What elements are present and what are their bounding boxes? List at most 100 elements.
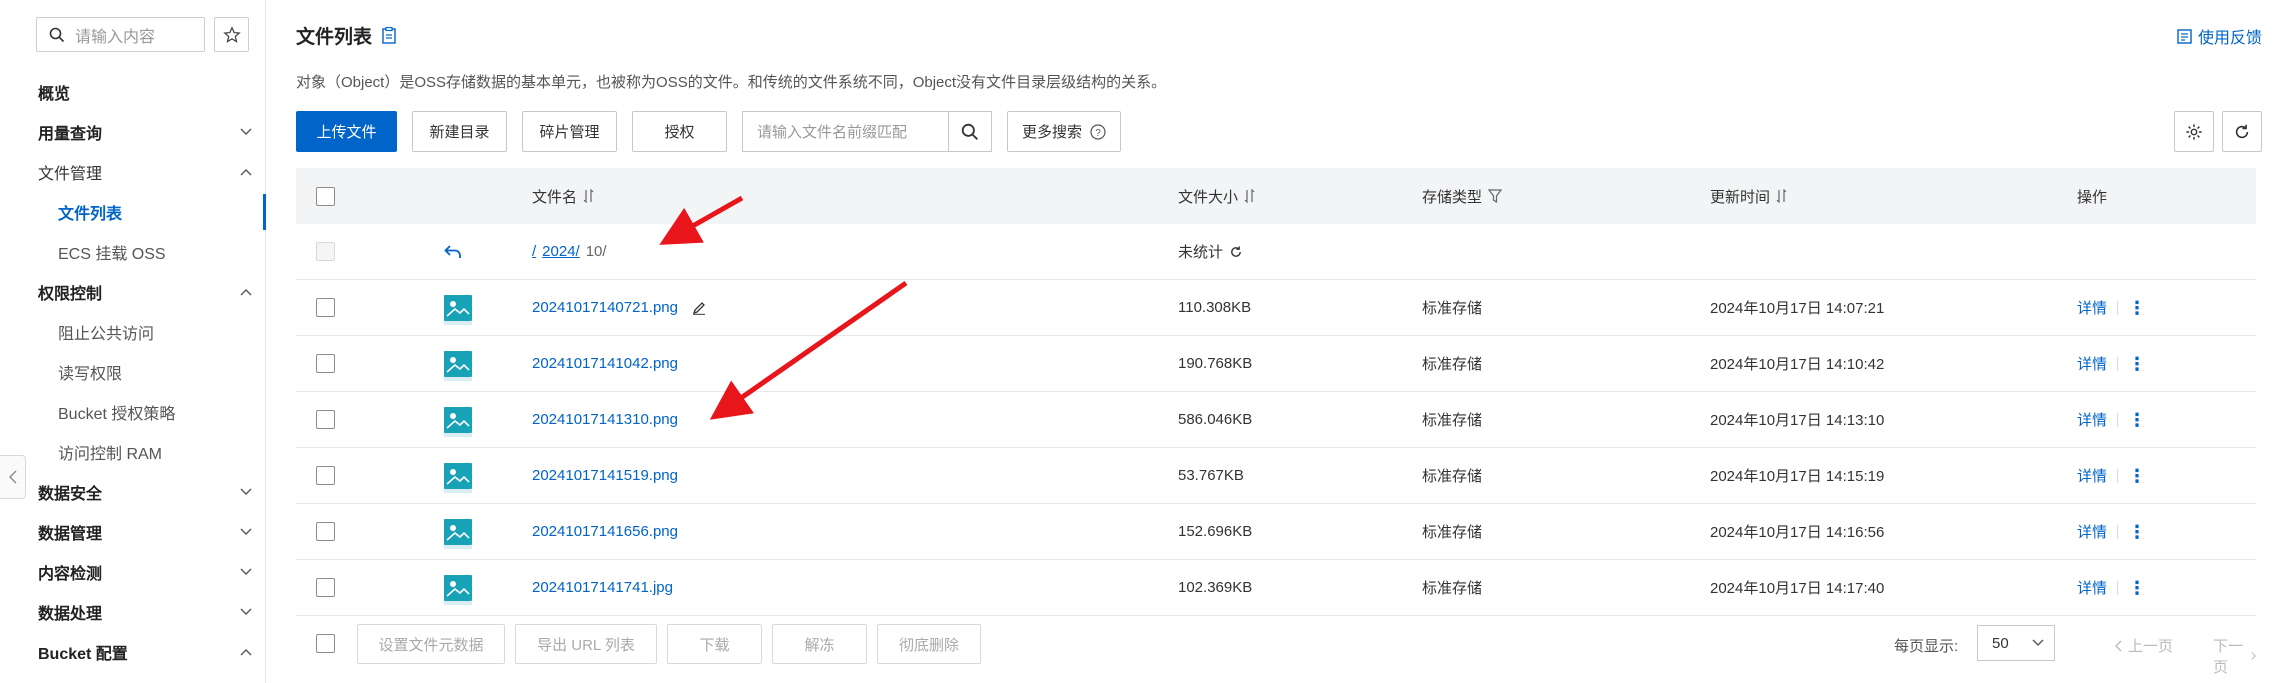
refresh-button[interactable] (2222, 111, 2262, 152)
new-directory-button[interactable]: 新建目录 (412, 111, 507, 152)
table-row: 20241017141042.png 190.768KB 标准存储 2024年1… (296, 336, 2256, 392)
row-checkbox[interactable] (316, 410, 335, 429)
storage-type: 标准存储 (1422, 356, 1483, 373)
storage-type: 标准存储 (1422, 300, 1483, 317)
prev-page-button[interactable]: 上一页 (2115, 635, 2173, 656)
file-name-link[interactable]: 20241017141519.png (532, 467, 678, 484)
more-actions-icon[interactable]: ⋮ (2128, 579, 2146, 597)
detail-link[interactable]: 详情 (2077, 297, 2107, 318)
upload-button[interactable]: 上传文件 (296, 111, 397, 152)
divider (2117, 580, 2119, 595)
breadcrumb-2024[interactable]: 2024/ (542, 243, 580, 260)
sidebar-item-data-processing[interactable]: 数据处理 (38, 594, 252, 630)
set-metadata-button[interactable]: 设置文件元数据 (357, 624, 505, 664)
file-size: 190.768KB (1178, 355, 1253, 372)
storage-type: 标准存储 (1422, 412, 1483, 429)
column-storage-type[interactable]: 存储类型 (1422, 186, 1503, 207)
row-operations: 详情 ⋮ (2077, 577, 2146, 598)
back-button[interactable] (444, 244, 462, 259)
detail-link[interactable]: 详情 (2077, 353, 2107, 374)
image-file-icon (444, 294, 472, 325)
footer-select-all-checkbox[interactable] (316, 634, 335, 653)
settings-button[interactable] (2174, 111, 2214, 152)
sidebar-item-ecs-mount[interactable]: ECS 挂载 OSS (58, 234, 258, 270)
table-row: 20241017141656.png 152.696KB 标准存储 2024年1… (296, 504, 2256, 560)
updated-time: 2024年10月17日 14:10:42 (1710, 356, 1885, 373)
file-size: 152.696KB (1178, 523, 1253, 540)
authorize-button[interactable]: 授权 (632, 111, 727, 152)
sidebar-item-overview[interactable]: 概览 (38, 74, 252, 110)
per-page-value: 50 (1992, 634, 2009, 652)
sidebar-item-bucket-policy[interactable]: Bucket 授权策略 (58, 394, 258, 430)
more-actions-icon[interactable]: ⋮ (2128, 411, 2146, 429)
row-checkbox[interactable] (316, 578, 335, 597)
storage-type: 标准存储 (1422, 580, 1483, 597)
image-file-icon (444, 350, 472, 381)
file-search-input[interactable]: 请输入文件名前缀匹配 (742, 111, 948, 152)
detail-link[interactable]: 详情 (2077, 521, 2107, 542)
file-name-link[interactable]: 20241017141656.png (532, 523, 678, 540)
chevron-left-icon (8, 470, 16, 484)
file-search-button[interactable] (948, 111, 992, 152)
sidebar-item-access-control[interactable]: 权限控制 (38, 274, 252, 310)
favorite-button[interactable] (214, 17, 249, 52)
more-actions-icon[interactable]: ⋮ (2128, 523, 2146, 541)
refresh-icon[interactable] (1229, 245, 1243, 259)
unfreeze-button[interactable]: 解冻 (772, 624, 867, 664)
delete-button[interactable]: 彻底删除 (877, 624, 981, 664)
fragment-management-button[interactable]: 碎片管理 (522, 111, 617, 152)
column-updated[interactable]: 更新时间 (1710, 186, 1788, 207)
per-page-select[interactable]: 50 (1977, 625, 2055, 661)
path-row: / 2024/ 10/ 未统计 (296, 224, 2256, 280)
sidebar-item-label: 数据处理 (38, 606, 103, 623)
document-icon[interactable] (382, 27, 396, 44)
more-actions-icon[interactable]: ⋮ (2128, 355, 2146, 373)
file-name-link[interactable]: 20241017141741.jpg (532, 579, 673, 596)
row-checkbox[interactable] (316, 466, 335, 485)
sidebar-item-block-public[interactable]: 阻止公共访问 (58, 314, 258, 350)
file-name-link[interactable]: 20241017140721.png (532, 299, 678, 316)
column-size[interactable]: 文件大小 (1178, 186, 1256, 207)
more-actions-icon[interactable]: ⋮ (2128, 467, 2146, 485)
chevron-down-icon (240, 568, 252, 575)
sidebar-item-content-detection[interactable]: 内容检测 (38, 554, 252, 590)
column-label: 存储类型 (1422, 188, 1483, 206)
detail-link[interactable]: 详情 (2077, 577, 2107, 598)
row-checkbox[interactable] (316, 522, 335, 541)
sidebar-item-rw-permission[interactable]: 读写权限 (58, 354, 258, 390)
breadcrumb-root[interactable]: / (532, 243, 536, 260)
table-row: 20241017141310.png 586.046KB 标准存储 2024年1… (296, 392, 2256, 448)
sidebar-search-input[interactable]: 请输入内容 (36, 17, 205, 52)
chevron-down-icon (2032, 639, 2044, 646)
detail-link[interactable]: 详情 (2077, 465, 2107, 486)
sidebar-item-ram[interactable]: 访问控制 RAM (58, 434, 258, 470)
table-row: 20241017140721.png 110.308KB 标准存储 2024年1… (296, 280, 2256, 336)
file-name-link[interactable]: 20241017141042.png (532, 355, 678, 372)
sidebar-collapse-button[interactable] (0, 455, 26, 499)
edit-icon[interactable] (692, 301, 706, 315)
export-urls-button[interactable]: 导出 URL 列表 (515, 624, 657, 664)
row-checkbox[interactable] (316, 298, 335, 317)
more-actions-icon[interactable]: ⋮ (2128, 299, 2146, 317)
search-icon (961, 123, 978, 140)
sidebar-item-file-list[interactable]: 文件列表 (58, 194, 258, 230)
filter-icon (1488, 189, 1503, 203)
file-name-link[interactable]: 20241017141310.png (532, 411, 678, 428)
updated-time: 2024年10月17日 14:15:19 (1710, 468, 1885, 485)
gear-icon (2186, 123, 2202, 140)
row-checkbox[interactable] (316, 354, 335, 373)
download-button[interactable]: 下载 (667, 624, 762, 664)
sidebar-item-usage[interactable]: 用量查询 (38, 114, 252, 150)
column-label: 更新时间 (1710, 188, 1771, 206)
image-file-icon (444, 518, 472, 549)
feedback-link[interactable]: 使用反馈 (2177, 24, 2262, 48)
sidebar-item-data-management[interactable]: 数据管理 (38, 514, 252, 550)
sidebar-item-bucket-config[interactable]: Bucket 配置 (38, 634, 252, 670)
more-search-button[interactable]: 更多搜索 ? (1007, 111, 1122, 152)
sidebar-item-data-security[interactable]: 数据安全 (38, 474, 252, 510)
next-page-button[interactable]: 下一页 (2213, 635, 2256, 677)
column-filename[interactable]: 文件名 (532, 186, 595, 207)
sidebar-item-file-management[interactable]: 文件管理 (38, 154, 252, 190)
select-all-checkbox[interactable] (316, 186, 335, 206)
detail-link[interactable]: 详情 (2077, 409, 2107, 430)
